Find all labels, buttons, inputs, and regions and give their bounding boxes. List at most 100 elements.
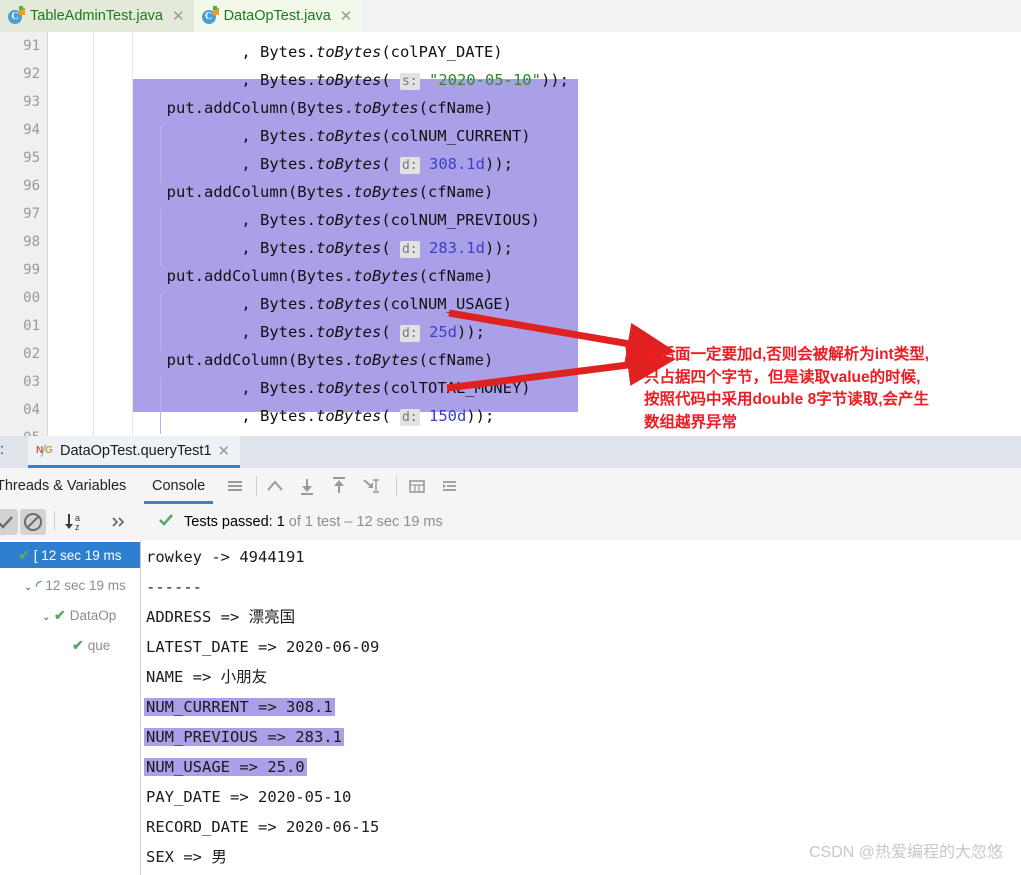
- editor-tab-table-admin-test[interactable]: C TableAdminTest.java ✕: [0, 0, 194, 32]
- toolbar-separator: [256, 476, 257, 496]
- test-tree-row[interactable]: ✔ [ 12 sec 19 ms: [0, 542, 141, 568]
- test-tree-row[interactable]: ✔ que: [0, 632, 110, 658]
- editor-annotation-column: [94, 32, 133, 436]
- close-icon[interactable]: ✕: [340, 9, 353, 24]
- line-number: 95: [0, 150, 40, 166]
- watermark: CSDN @热爱编程的大忽悠: [809, 838, 1003, 862]
- check-filter-icon[interactable]: [0, 509, 18, 535]
- tests-passed-label: Tests passed: 1: [184, 514, 285, 530]
- console-line: ADDRESS => 漂亮国: [146, 602, 295, 632]
- line-number: 93: [0, 94, 40, 110]
- test-tree-label: que: [88, 638, 111, 653]
- console-line: NUM_PREVIOUS => 283.1: [146, 722, 344, 752]
- run-window-label: :: [0, 442, 4, 458]
- line-number: 97: [0, 206, 40, 222]
- line-number: 04: [0, 402, 40, 418]
- ignored-filter-icon[interactable]: [20, 509, 46, 535]
- java-class-icon: C: [8, 8, 24, 24]
- code-line[interactable]: , Bytes.toBytes( d: 150d));: [148, 402, 494, 430]
- run-tab-data-op-test-query-test1[interactable]: NG DataOpTest.queryTest1 ✕: [28, 436, 240, 468]
- console-line: NUM_CURRENT => 308.1: [146, 692, 335, 722]
- run-tool-window: : NG DataOpTest.queryTest1 ✕ Threads & V…: [0, 436, 1021, 875]
- step-over-icon[interactable]: [264, 476, 286, 496]
- testng-icon: NG: [36, 443, 54, 458]
- line-number: 91: [0, 38, 40, 54]
- chevron-down-icon[interactable]: ⌄: [42, 605, 54, 631]
- console-output[interactable]: rowkey -> 4944191------ADDRESS => 漂亮国LAT…: [141, 540, 1021, 875]
- code-line[interactable]: , Bytes.toBytes(colPAY_DATE): [148, 38, 503, 66]
- close-icon[interactable]: ✕: [218, 442, 231, 460]
- run-tab-bar: : NG DataOpTest.queryTest1 ✕: [0, 436, 1021, 469]
- line-number: 00: [0, 290, 40, 306]
- check-icon: ✔: [18, 542, 30, 568]
- code-line[interactable]: put.addColumn(Bytes.toBytes(cfName): [148, 346, 493, 374]
- check-icon: ✔: [72, 632, 84, 658]
- line-number: 01: [0, 318, 40, 334]
- line-number: 03: [0, 374, 40, 390]
- code-line[interactable]: , Bytes.toBytes( d: 25d));: [148, 318, 485, 346]
- chevron-down-icon[interactable]: ⌄: [24, 575, 36, 601]
- sort-alphabetically-icon[interactable]: a z: [62, 509, 88, 535]
- tests-detail-label: of 1 test – 12 sec 19 ms: [285, 514, 443, 530]
- java-class-icon: C: [202, 8, 218, 24]
- console-line: LATEST_DATE => 2020-06-09: [146, 632, 379, 662]
- evaluate-table-icon[interactable]: [406, 476, 428, 496]
- menu-icon[interactable]: [224, 476, 246, 496]
- console-line: ------: [146, 572, 202, 602]
- run-sub-toolbar: Threads & Variables Console: [0, 468, 1021, 505]
- annotation-line: 按照代码中采用double 8字节读取,会产生: [644, 389, 1019, 412]
- code-line[interactable]: put.addColumn(Bytes.toBytes(cfName): [148, 94, 493, 122]
- editor-tab-bar: C TableAdminTest.java ✕ C DataOpTest.jav…: [0, 0, 1021, 33]
- tab-label: Threads & Variables: [0, 478, 126, 494]
- indent-guide: [160, 210, 161, 266]
- code-line[interactable]: , Bytes.toBytes( s: "2020-05-10"));: [148, 66, 569, 94]
- editor-tab-data-op-test[interactable]: C DataOpTest.java ✕: [194, 0, 362, 32]
- tab-label: Console: [152, 478, 205, 494]
- annotation-line: 这后面一定要加d,否则会被解析为int类型,: [644, 344, 1019, 367]
- line-number: 92: [0, 66, 40, 82]
- step-into-icon[interactable]: [296, 476, 318, 496]
- test-tree-row[interactable]: ⌄◜ 12 sec 19 ms: [0, 572, 126, 598]
- test-tree-label: [ 12 sec 19 ms: [34, 548, 122, 563]
- annotation-line: 只占据四个字节，但是读取value的时候,: [644, 367, 1019, 390]
- toolbar-separator: [54, 511, 55, 531]
- console-line: NUM_USAGE => 25.0: [146, 752, 307, 782]
- line-number: 99: [0, 262, 40, 278]
- check-icon: [158, 512, 174, 528]
- soft-wrap-icon[interactable]: [438, 476, 460, 496]
- tab-console[interactable]: Console: [144, 468, 213, 504]
- code-line[interactable]: , Bytes.toBytes( d: 283.1d));: [148, 234, 513, 262]
- code-line[interactable]: put.addColumn(Bytes.toBytes(cfName): [148, 178, 493, 206]
- test-results-tree[interactable]: ✔ [ 12 sec 19 ms ⌄◜ 12 sec 19 ms ⌄✔DataOp ✔ qu…: [0, 540, 141, 875]
- code-line[interactable]: , Bytes.toBytes(colNUM_CURRENT): [148, 122, 531, 150]
- run-tab-label: DataOpTest.queryTest1: [60, 443, 212, 459]
- line-number: 02: [0, 346, 40, 362]
- indent-guide: [160, 294, 161, 350]
- editor-tab-label: DataOpTest.java: [224, 8, 331, 24]
- editor-fold-column[interactable]: [48, 32, 94, 436]
- test-tree-label: 12 sec 19 ms: [45, 578, 125, 593]
- test-tree-row[interactable]: ⌄✔DataOp: [0, 602, 116, 628]
- console-line: PAY_DATE => 2020-05-10: [146, 782, 351, 812]
- expand-chevrons-icon[interactable]: [106, 509, 132, 535]
- tab-threads-and-variables[interactable]: Threads & Variables: [0, 468, 126, 504]
- code-line[interactable]: , Bytes.toBytes(colNUM_USAGE): [148, 290, 512, 318]
- close-icon[interactable]: ✕: [172, 9, 185, 24]
- code-line[interactable]: , Bytes.toBytes( d: 308.1d));: [148, 150, 513, 178]
- console-line: NAME => 小朋友: [146, 662, 267, 692]
- line-number: 98: [0, 234, 40, 250]
- progress-icon: ◜: [36, 572, 41, 598]
- code-line[interactable]: , Bytes.toBytes(colNUM_PREVIOUS): [148, 206, 540, 234]
- test-tree-label: DataOp: [70, 608, 117, 623]
- run-to-cursor-icon[interactable]: [360, 476, 382, 496]
- indent-guide: [160, 378, 161, 434]
- toolbar-separator: [396, 476, 397, 496]
- editor-tab-label: TableAdminTest.java: [30, 8, 163, 24]
- test-status-bar: a z Tests passed: 1 of 1 test – 12 sec 1…: [0, 504, 1021, 541]
- console-line: rowkey -> 4944191: [146, 542, 305, 572]
- code-line[interactable]: put.addColumn(Bytes.toBytes(cfName): [148, 262, 493, 290]
- step-out-icon[interactable]: [328, 476, 350, 496]
- code-line[interactable]: , Bytes.toBytes(colTOTAL_MONEY): [148, 374, 531, 402]
- line-number: 96: [0, 178, 40, 194]
- line-number: 94: [0, 122, 40, 138]
